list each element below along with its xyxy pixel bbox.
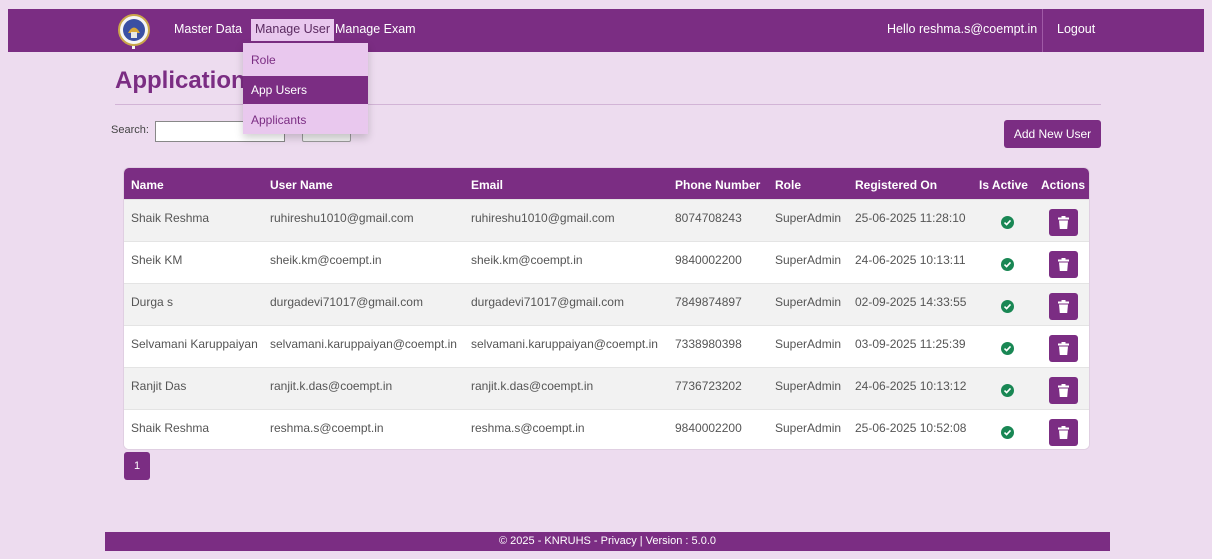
cell-phone: 7849874897 — [675, 295, 742, 309]
table-row: Selvamani Karuppaiyan selvamani.karuppaiy… — [124, 325, 1089, 367]
cell-name: Durga s — [131, 295, 174, 309]
check-circle-icon — [1001, 300, 1014, 313]
manage-user-dropdown: Role App Users Applicants — [243, 43, 368, 134]
nav-manage-exam[interactable]: Manage Exam — [335, 22, 416, 36]
user-greeting: Hello reshma.s@coempt.in — [887, 22, 1038, 36]
cell-name: Shaik Reshma — [131, 211, 210, 225]
header-role[interactable]: Role — [775, 178, 801, 192]
cell-role: SuperAdmin — [775, 379, 842, 393]
top-navbar: Master Data Manage User Manage Exam Hell… — [8, 9, 1204, 52]
add-new-user-button[interactable]: Add New User — [1004, 120, 1101, 148]
cell-role: SuperAdmin — [775, 421, 842, 435]
cell-email: selvamani.karuppaiyan@coempt.in — [471, 337, 658, 351]
check-circle-icon — [1001, 426, 1014, 439]
cell-role: SuperAdmin — [775, 253, 842, 267]
cell-registered: 02-09-2025 14:33:55 — [855, 295, 967, 309]
cell-registered: 25-06-2025 10:52:08 — [855, 421, 967, 435]
header-registered[interactable]: Registered On — [855, 178, 937, 192]
header-email[interactable]: Email — [471, 178, 503, 192]
nav-manage-user[interactable]: Manage User — [251, 19, 335, 41]
delete-user-button[interactable] — [1049, 209, 1078, 236]
cell-phone: 9840002200 — [675, 421, 742, 435]
header-name[interactable]: Name — [131, 178, 164, 192]
pagination-page-1[interactable]: 1 — [124, 452, 150, 480]
header-is-active[interactable]: Is Active — [979, 178, 1028, 192]
trash-icon — [1058, 384, 1069, 397]
cell-role: SuperAdmin — [775, 337, 842, 351]
delete-user-button[interactable] — [1049, 419, 1078, 446]
cell-email: ruhireshu1010@gmail.com — [471, 211, 615, 225]
header-username[interactable]: User Name — [270, 178, 333, 192]
cell-email: sheik.km@coempt.in — [471, 253, 583, 267]
cell-name: Selvamani Karuppaiyan — [131, 337, 258, 351]
header-actions: Actions — [1041, 178, 1086, 192]
cell-username: ruhireshu1010@gmail.com — [270, 211, 414, 225]
cell-email: durgadevi71017@gmail.com — [471, 295, 624, 309]
dropdown-item-role[interactable]: Role — [243, 46, 368, 74]
cell-phone: 8074708243 — [675, 211, 742, 225]
cell-registered: 24-06-2025 10:13:11 — [855, 253, 966, 267]
table-header: Name User Name Email Phone Number Role R… — [124, 168, 1089, 199]
nav-master-data[interactable]: Master Data — [174, 22, 242, 36]
table-row: Sheik KM sheik.km@coempt.in sheik.km@coemp… — [124, 241, 1089, 283]
table-row: Durga s durgadevi71017@gmail.com durgadevi… — [124, 283, 1089, 325]
logout-link[interactable]: Logout — [1057, 22, 1095, 36]
cell-email: ranjit.k.das@coempt.in — [471, 379, 594, 393]
trash-icon — [1058, 300, 1069, 313]
cell-phone: 7338980398 — [675, 337, 742, 351]
cell-name: Ranjit Das — [131, 379, 187, 393]
university-logo[interactable] — [117, 13, 151, 49]
cell-registered: 24-06-2025 10:13:12 — [855, 379, 967, 393]
page-title: Application — [115, 67, 246, 94]
footer: © 2025 - KNRUHS - Privacy | Version : 5.… — [105, 532, 1110, 551]
delete-user-button[interactable] — [1049, 377, 1078, 404]
table-row: Shaik Reshma reshma.s@coempt.in reshma.s@c… — [124, 409, 1089, 449]
table-row: Ranjit Das ranjit.k.das@coempt.in ranjit.k… — [124, 367, 1089, 409]
cell-email: reshma.s@coempt.in — [471, 421, 585, 435]
cell-registered: 03-09-2025 11:25:39 — [855, 337, 966, 351]
cell-username: durgadevi71017@gmail.com — [270, 295, 423, 309]
nav-divider — [1042, 9, 1043, 52]
cell-name: Sheik KM — [131, 253, 183, 267]
cell-username: ranjit.k.das@coempt.in — [270, 379, 393, 393]
dropdown-item-applicants[interactable]: Applicants — [243, 106, 368, 134]
table-row: Shaik Reshma ruhireshu1010@gmail.com ruhir… — [124, 199, 1089, 241]
delete-user-button[interactable] — [1049, 293, 1078, 320]
cell-role: SuperAdmin — [775, 295, 842, 309]
cell-phone: 7736723202 — [675, 379, 742, 393]
cell-registered: 25-06-2025 11:28:10 — [855, 211, 966, 225]
trash-icon — [1058, 216, 1069, 229]
delete-user-button[interactable] — [1049, 335, 1078, 362]
check-circle-icon — [1001, 342, 1014, 355]
check-circle-icon — [1001, 216, 1014, 229]
dropdown-item-app-users[interactable]: App Users — [243, 76, 368, 104]
trash-icon — [1058, 342, 1069, 355]
check-circle-icon — [1001, 258, 1014, 271]
cell-phone: 9840002200 — [675, 253, 742, 267]
trash-icon — [1058, 426, 1069, 439]
users-table: Name User Name Email Phone Number Role R… — [123, 167, 1090, 450]
cell-username: selvamani.karuppaiyan@coempt.in — [270, 337, 457, 351]
search-label: Search: — [111, 124, 149, 136]
trash-icon — [1058, 258, 1069, 271]
cell-name: Shaik Reshma — [131, 421, 210, 435]
cell-role: SuperAdmin — [775, 211, 842, 225]
delete-user-button[interactable] — [1049, 251, 1078, 278]
cell-username: sheik.km@coempt.in — [270, 253, 382, 267]
cell-username: reshma.s@coempt.in — [270, 421, 384, 435]
header-phone[interactable]: Phone Number — [675, 178, 760, 192]
check-circle-icon — [1001, 384, 1014, 397]
